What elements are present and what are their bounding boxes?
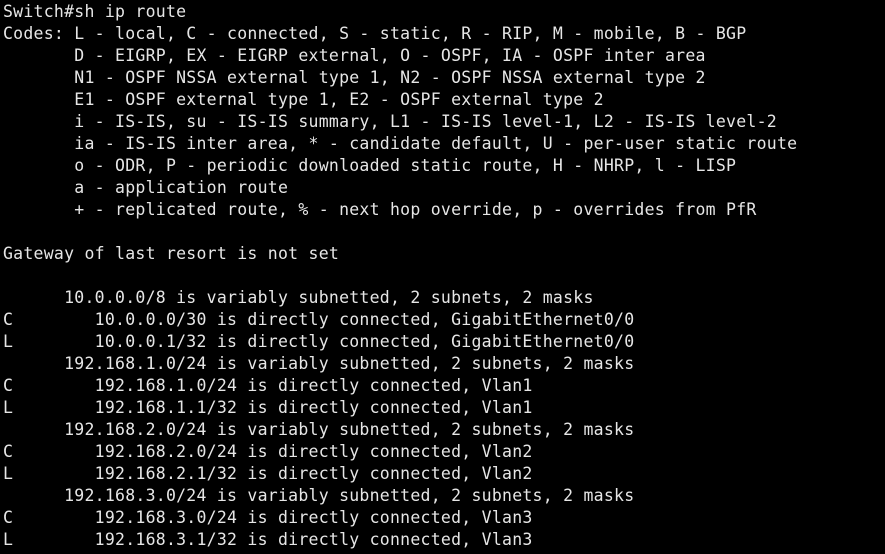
subnet-summary-line: 10.0.0.0/8 is variably subnetted, 2 subn… <box>3 288 594 307</box>
command-prompt-line: Switch#sh ip route <box>3 2 187 21</box>
route-codes-legend-line: Codes: L - local, C - connected, S - sta… <box>3 24 747 43</box>
route-codes-legend-line: a - application route <box>3 178 289 197</box>
route-entry-line: C 192.168.1.0/24 is directly connected, … <box>3 376 533 395</box>
route-entry-line: C 192.168.2.0/24 is directly connected, … <box>3 442 533 461</box>
subnet-summary-line: 192.168.3.0/24 is variably subnetted, 2 … <box>3 486 635 505</box>
subnet-summary-line: 192.168.2.0/24 is variably subnetted, 2 … <box>3 420 635 439</box>
route-codes-legend-line: i - IS-IS, su - IS-IS summary, L1 - IS-I… <box>3 112 777 131</box>
route-entry-line: L 192.168.3.1/32 is directly connected, … <box>3 530 533 549</box>
route-entry-line: L 192.168.2.1/32 is directly connected, … <box>3 464 533 483</box>
route-entry-line: L 10.0.0.1/32 is directly connected, Gig… <box>3 332 635 351</box>
route-entry-line: C 192.168.3.0/24 is directly connected, … <box>3 508 533 527</box>
route-entry-line: L 192.168.1.1/32 is directly connected, … <box>3 398 533 417</box>
route-codes-legend-line: E1 - OSPF external type 1, E2 - OSPF ext… <box>3 90 604 109</box>
terminal-output[interactable]: Switch#sh ip route Codes: L - local, C -… <box>0 0 885 554</box>
route-codes-legend-line: N1 - OSPF NSSA external type 1, N2 - OSP… <box>3 68 706 87</box>
gateway-status-line: Gateway of last resort is not set <box>3 244 340 263</box>
route-codes-legend-line: D - EIGRP, EX - EIGRP external, O - OSPF… <box>3 46 706 65</box>
route-codes-legend-line: ia - IS-IS inter area, * - candidate def… <box>3 134 798 153</box>
route-codes-legend-line: + - replicated route, % - next hop overr… <box>3 200 757 219</box>
route-entry-line: C 10.0.0.0/30 is directly connected, Gig… <box>3 310 635 329</box>
subnet-summary-line: 192.168.1.0/24 is variably subnetted, 2 … <box>3 354 635 373</box>
route-codes-legend-line: o - ODR, P - periodic downloaded static … <box>3 156 737 175</box>
